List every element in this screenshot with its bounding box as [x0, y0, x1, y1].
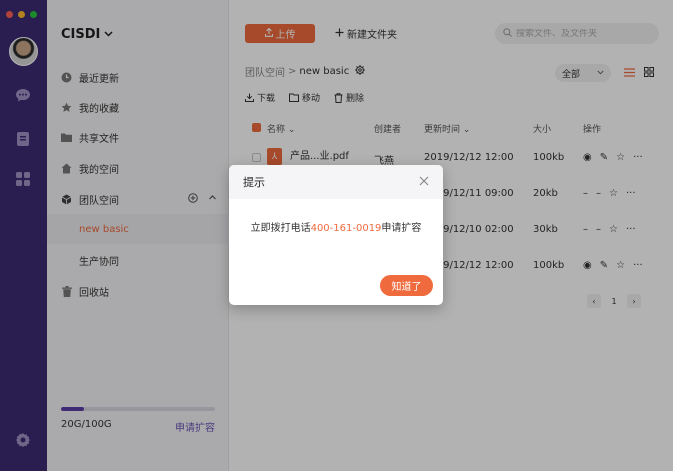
- dialog-message: 立即拨打电话400-161-0019申请扩容: [229, 219, 443, 234]
- info-dialog: 提示 立即拨打电话400-161-0019申请扩容 知道了: [229, 165, 443, 305]
- app-window: CISDI 最近更新 我的收藏 共享文件 我的空间 团队空间 new basic…: [0, 0, 673, 471]
- dialog-phone[interactable]: 400-161-0019: [311, 223, 382, 234]
- dialog-message-suffix: 申请扩容: [381, 223, 422, 234]
- dialog-message-prefix: 立即拨打电话: [250, 223, 311, 234]
- dialog-header: 提示: [229, 165, 443, 199]
- dialog-title: 提示: [243, 176, 265, 189]
- close-icon[interactable]: [419, 175, 429, 189]
- ok-button[interactable]: 知道了: [380, 275, 433, 296]
